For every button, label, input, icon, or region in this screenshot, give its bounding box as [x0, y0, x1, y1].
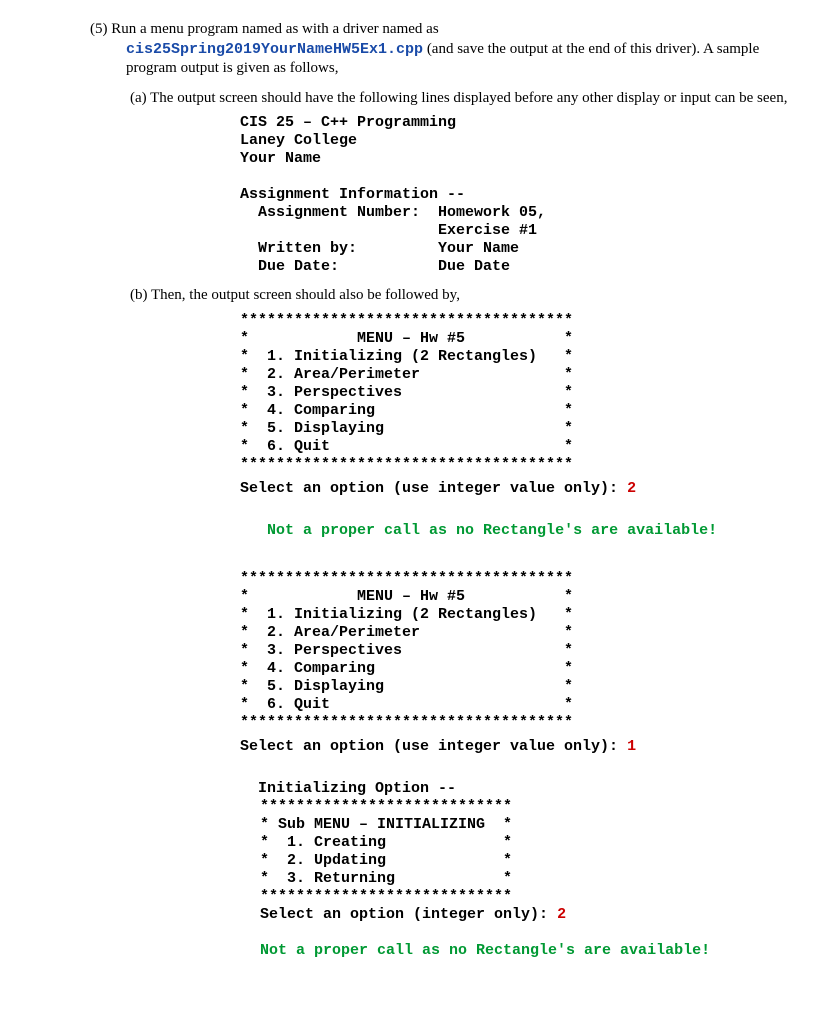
- sub-error: Not a proper call as no Rectangle's are …: [260, 924, 807, 960]
- prompt-line-1: Select an option (use integer value only…: [240, 480, 807, 498]
- blank-1: [240, 546, 807, 564]
- sub-a-text: The output screen should have the follow…: [150, 90, 787, 106]
- sub-prompt-text: Select an option (integer only):: [260, 906, 557, 923]
- driver-filename: cis25Spring2019YourNameHW5Ex1.cpp: [126, 41, 423, 58]
- item-5-text1: Run a menu program named as with a drive…: [111, 21, 438, 37]
- input-1: 2: [627, 480, 636, 497]
- prompt-1-text: Select an option (use integer value only…: [240, 480, 627, 497]
- sub-item-a: (a) The output screen should have the fo…: [130, 89, 807, 277]
- sub-prompt-line: Select an option (integer only): 2: [260, 906, 807, 924]
- menu-block-2: ************************************* * …: [240, 570, 807, 732]
- prompt-2-text: Select an option (use integer value only…: [240, 738, 627, 755]
- item-5-label: (5): [90, 21, 111, 37]
- sub-item-b: (b) Then, the output screen should also …: [130, 286, 807, 960]
- prompt-line-2: Select an option (use integer value only…: [240, 738, 807, 756]
- sub-b-label: (b): [130, 287, 151, 303]
- init-option-label: Initializing Option --: [240, 762, 807, 798]
- submenu-block: **************************** * Sub MENU …: [260, 798, 807, 906]
- error-1: Not a proper call as no Rectangle's are …: [240, 504, 807, 540]
- sub-a-label: (a): [130, 90, 150, 106]
- error-1-text: Not a proper call as no Rectangle's are …: [267, 522, 717, 539]
- sub-error-text: Not a proper call as no Rectangle's are …: [260, 942, 710, 959]
- item-5: (5) Run a menu program named as with a d…: [90, 20, 807, 960]
- input-2: 1: [627, 738, 636, 755]
- output-block-a: CIS 25 – C++ Programming Laney College Y…: [240, 114, 807, 276]
- sub-b-text: Then, the output screen should also be f…: [151, 287, 460, 303]
- menu-block-1: ************************************* * …: [240, 312, 807, 474]
- sub-input: 2: [557, 906, 566, 923]
- init-option-text: Initializing Option --: [258, 780, 456, 797]
